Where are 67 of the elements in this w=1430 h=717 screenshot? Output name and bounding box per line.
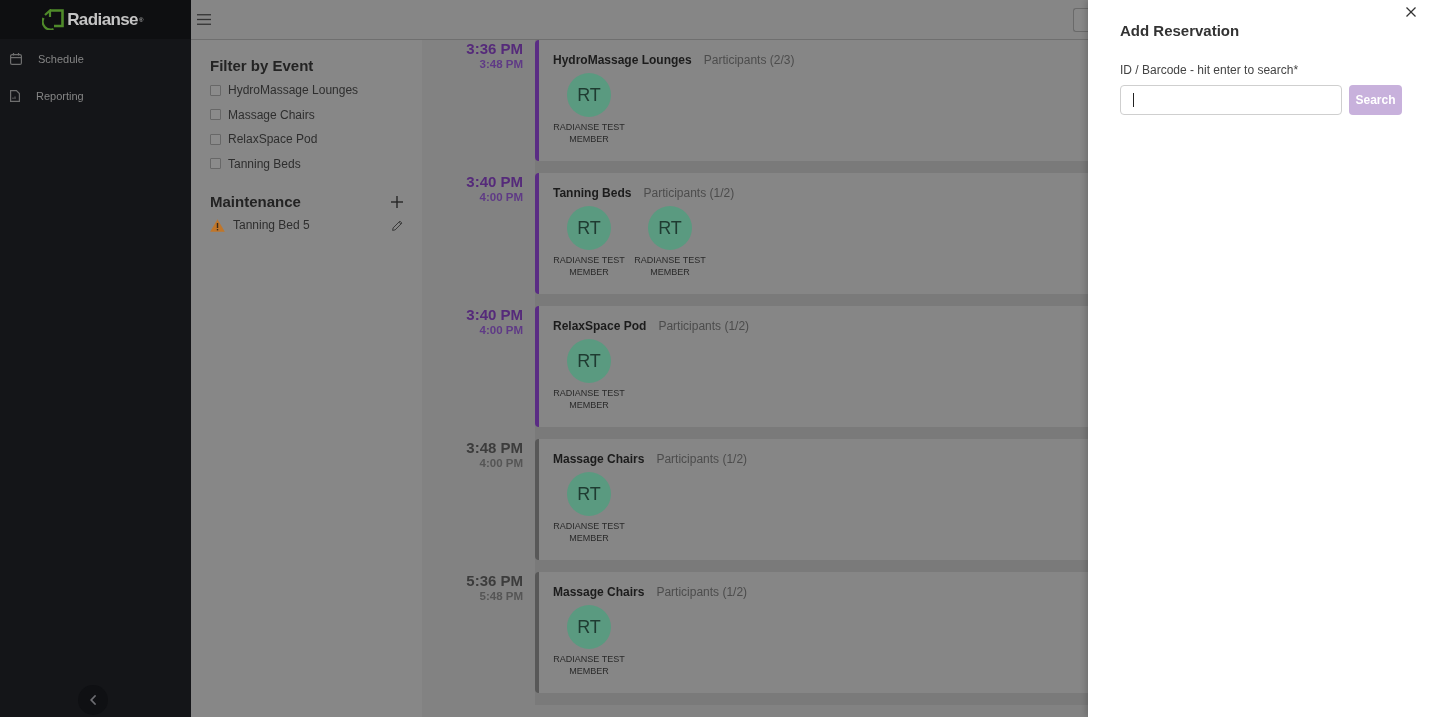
avatar: RT — [567, 206, 611, 250]
end-time: 4:00 PM — [479, 190, 523, 204]
avatar: RT — [567, 339, 611, 383]
avatar: RT — [648, 206, 692, 250]
outlined-button[interactable] — [1073, 7, 1088, 32]
start-time: 5:36 PM — [466, 572, 523, 589]
nav-item[interactable]: Reporting — [0, 77, 191, 114]
drawer-title: Add Reservation — [1120, 22, 1241, 40]
event-title: Massage Chairs — [553, 451, 645, 467]
filter-option[interactable]: RelaxSpace Pod — [210, 127, 403, 152]
field-label: ID / Barcode - hit enter to search* — [1120, 62, 1300, 78]
close-icon — [1406, 7, 1416, 17]
avatar: RT — [567, 73, 611, 117]
checkbox[interactable] — [210, 84, 221, 96]
end-time: 3:48 PM — [479, 57, 523, 71]
participant-name: RADIANSE TEST MEMBER — [633, 254, 707, 278]
participants-count: Participants (1/2) — [643, 185, 735, 201]
plus-icon — [391, 196, 403, 208]
warning-icon — [210, 218, 225, 232]
filter-option[interactable]: Tanning Beds — [210, 151, 403, 176]
participants-count: Participants (1/2) — [658, 318, 750, 334]
menu-icon — [197, 14, 211, 25]
edit-button[interactable] — [392, 219, 403, 231]
section-title: Maintenance — [210, 192, 301, 212]
event-title: RelaxSpace Pod — [553, 318, 647, 334]
pencil-icon — [392, 219, 403, 231]
event-card[interactable]: Tanning Beds Participants (1/2) RT RADIANSE TEST MEMBER RT RADIANSE TEST MEMBER — [535, 173, 1088, 294]
input-field[interactable] — [1120, 85, 1342, 115]
start-time: 3:48 PM — [466, 439, 523, 456]
checkbox[interactable] — [210, 158, 221, 170]
end-time: 4:00 PM — [479, 323, 523, 337]
document-icon — [10, 89, 20, 102]
avatar: RT — [567, 605, 611, 649]
calendar-icon — [10, 52, 22, 65]
close-button[interactable] — [1404, 5, 1418, 19]
add-button[interactable] — [391, 196, 403, 208]
participant-name: RADIANSE TEST MEMBER — [552, 121, 626, 145]
participant-name: RADIANSE TEST MEMBER — [552, 520, 626, 544]
participant-name: RADIANSE TEST MEMBER — [552, 254, 626, 278]
event-card[interactable]: HydroMassage Lounges Participants (2/3) RT RADIANSE TEST MEMBER — [535, 40, 1088, 161]
participants-count: Participants (1/2) — [656, 584, 748, 600]
logo-icon — [42, 9, 65, 30]
checkbox[interactable] — [210, 133, 221, 145]
event-card[interactable]: Massage Chairs Participants (1/2) RT RADIANSE TEST MEMBER — [535, 439, 1088, 560]
checkbox[interactable] — [210, 109, 221, 121]
event-title: Tanning Beds — [553, 185, 632, 201]
participants-count: Participants (2/3) — [703, 52, 795, 68]
participant-name: RADIANSE TEST MEMBER — [552, 653, 626, 677]
maintenance-item: Tanning Bed 5 — [233, 218, 311, 232]
filter-option[interactable]: Massage Chairs — [210, 102, 403, 127]
event-card[interactable]: RelaxSpace Pod Participants (1/2) RT RADIANSE TEST MEMBER — [535, 306, 1088, 427]
participants-count: Participants (1/2) — [656, 451, 748, 467]
collapse-button[interactable] — [78, 685, 108, 715]
avatar: RT — [567, 472, 611, 516]
start-time: 3:40 PM — [466, 306, 523, 323]
chevron-left-icon — [90, 695, 96, 705]
menu-button[interactable] — [197, 14, 211, 25]
nav-item[interactable]: Schedule — [0, 40, 191, 77]
filter-option[interactable]: HydroMassage Lounges — [210, 78, 403, 103]
start-time: 3:40 PM — [466, 173, 523, 190]
start-time: 3:36 PM — [466, 40, 523, 57]
section-title: Filter by Event — [210, 56, 315, 76]
logo-wordmark: Radianse$^{®}$ — [67, 9, 143, 30]
event-title: Massage Chairs — [553, 584, 645, 600]
participant-name: RADIANSE TEST MEMBER — [552, 387, 626, 411]
event-title: HydroMassage Lounges — [553, 52, 692, 68]
event-card[interactable]: Massage Chairs Participants (1/2) RT RADIANSE TEST MEMBER — [535, 572, 1088, 693]
